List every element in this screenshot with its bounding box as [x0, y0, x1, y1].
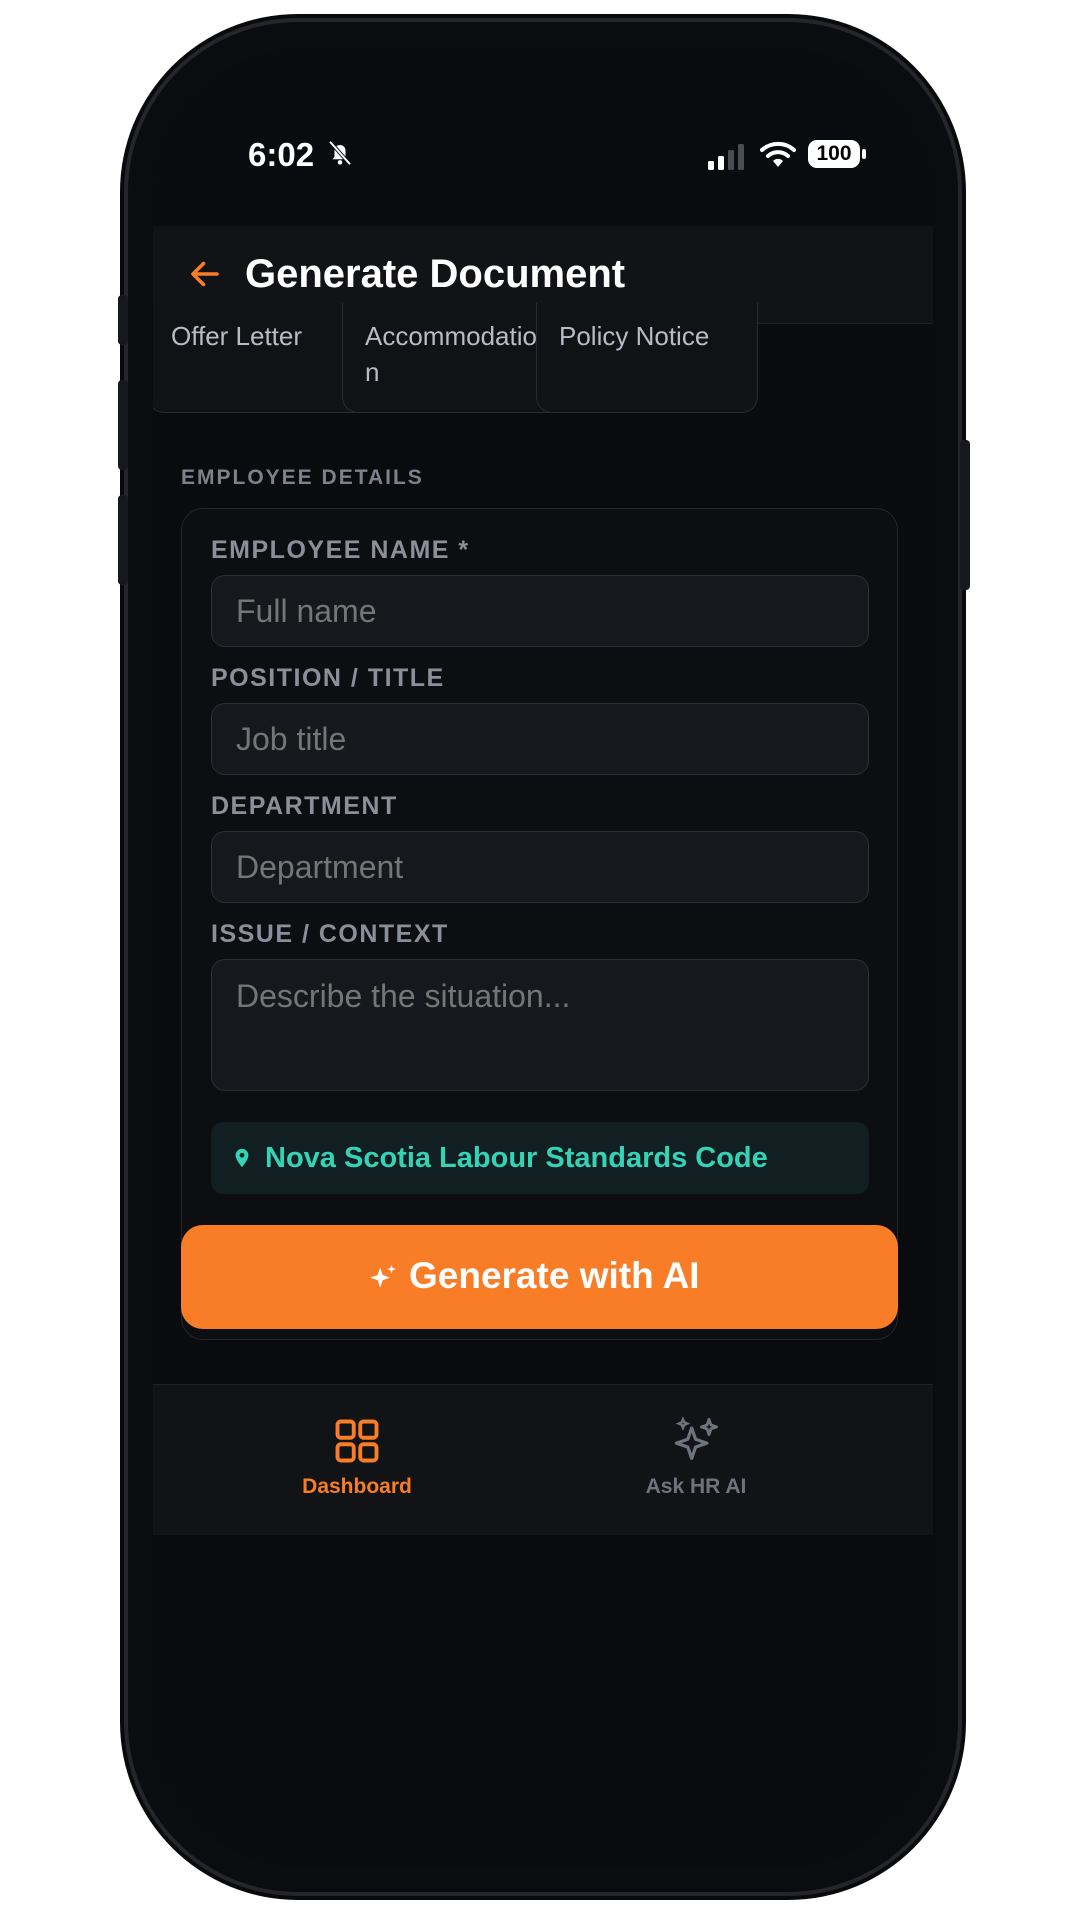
battery-tip	[862, 149, 866, 159]
section-label-employee-details: EMPLOYEE DETAILS	[181, 466, 424, 489]
nav-item-ask-hr-ai[interactable]: Ask HR AI	[596, 1415, 796, 1499]
position-input[interactable]	[211, 703, 869, 775]
app-screen: 6:02 100 Generate Document Offer Letter …	[153, 48, 933, 1868]
generate-button-label: Generate with AI	[409, 1255, 700, 1296]
status-time: 6:02	[248, 136, 315, 173]
wifi-icon	[760, 141, 796, 167]
nav-label-ask-hr-ai: Ask HR AI	[645, 1475, 747, 1498]
context-label: ISSUE / CONTEXT	[211, 920, 449, 948]
cell-signal-icon	[708, 144, 744, 170]
generate-with-ai-button[interactable]: Generate with AI	[181, 1225, 898, 1329]
back-arrow-icon[interactable]	[187, 256, 223, 292]
department-input[interactable]	[211, 831, 869, 903]
doc-type-label: Policy Notice	[559, 321, 710, 351]
doc-type-label: Accommodation	[365, 321, 537, 387]
position-label: POSITION / TITLE	[211, 664, 445, 692]
employee-name-label: EMPLOYEE NAME *	[211, 536, 470, 564]
doc-type-label: Offer Letter	[171, 321, 303, 351]
bottom-nav: Dashboard Ask HR AI	[153, 1384, 933, 1535]
power-button	[960, 440, 970, 590]
doc-type-card-policy-notice[interactable]: Policy Notice	[536, 303, 758, 413]
silent-switch	[118, 295, 128, 345]
silent-bell-icon	[328, 140, 352, 166]
volume-down-button	[118, 495, 128, 585]
doc-type-card-accommodation[interactable]: Accommodation	[342, 303, 564, 413]
battery-indicator: 100	[808, 140, 860, 168]
department-label: DEPARTMENT	[211, 792, 398, 820]
context-textarea[interactable]	[211, 959, 869, 1091]
jurisdiction-badge: Nova Scotia Labour Standards Code	[211, 1122, 869, 1194]
jurisdiction-text: Nova Scotia Labour Standards Code	[265, 1142, 768, 1174]
sparkle-icon	[370, 1264, 396, 1288]
dashboard-grid-icon	[335, 1419, 379, 1463]
location-pin-icon	[235, 1148, 249, 1168]
sparkles-icon	[674, 1416, 718, 1460]
employee-name-input[interactable]	[211, 575, 869, 647]
page-title: Generate Document	[245, 252, 626, 296]
nav-item-dashboard[interactable]: Dashboard	[257, 1415, 457, 1499]
volume-up-button	[118, 380, 128, 470]
doc-type-card-offer-letter[interactable]: Offer Letter	[153, 303, 370, 413]
nav-label-dashboard: Dashboard	[302, 1475, 412, 1498]
